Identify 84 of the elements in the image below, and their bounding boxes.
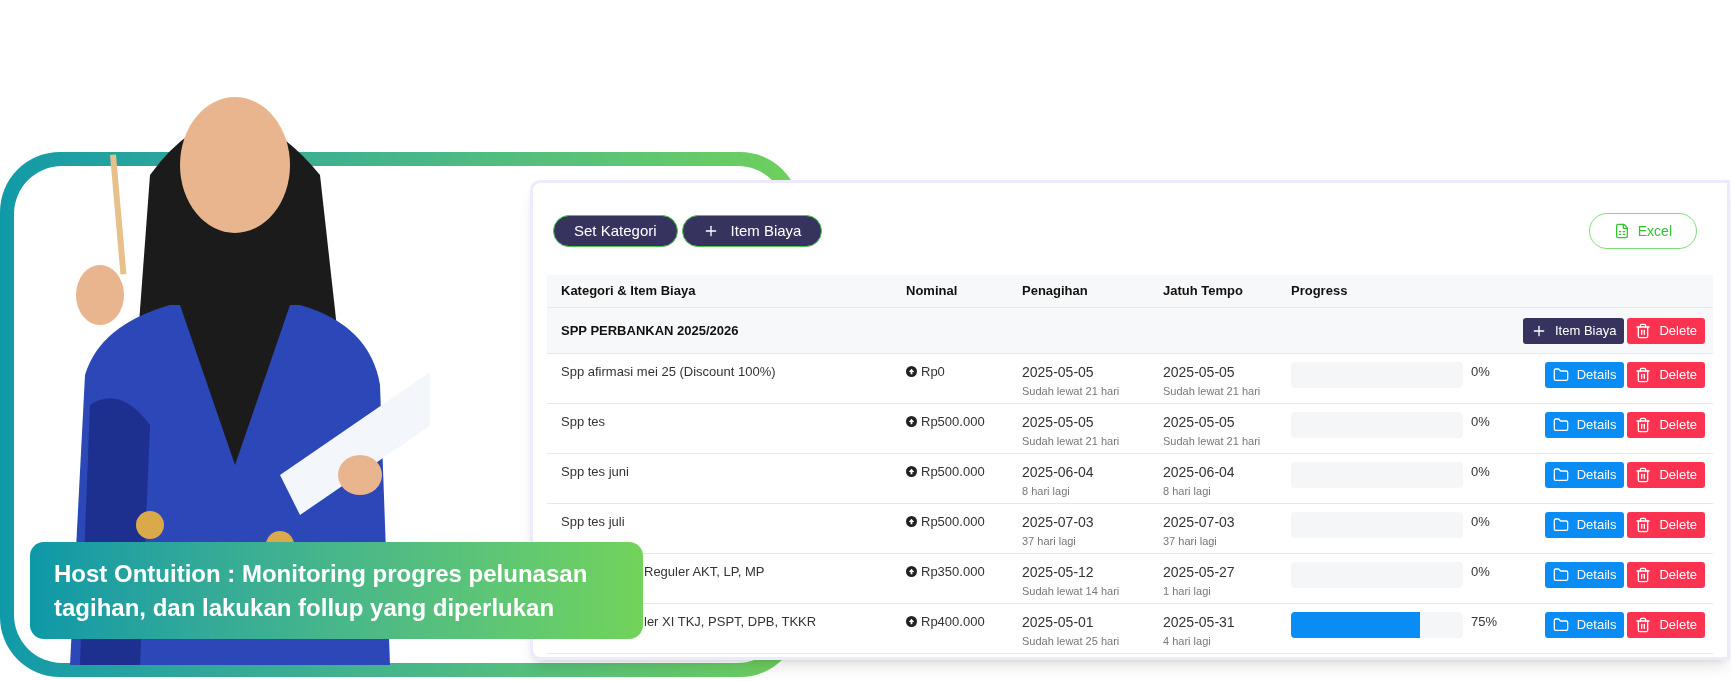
column-header: Nominal [906, 282, 959, 301]
delete-button[interactable]: Delete [1627, 562, 1705, 588]
arrow-circle-icon [906, 516, 917, 528]
trash-icon [1635, 367, 1652, 383]
details-button[interactable]: Details [1544, 412, 1625, 438]
progress-percent: 75% [1470, 613, 1499, 631]
item-name: Spp afirmasi mei 25 (Discount 100%) [560, 363, 777, 381]
arrow-circle-icon [906, 416, 917, 428]
nominal-amount: Rp500.000 [921, 413, 985, 431]
due-note: 8 hari lagi [1163, 484, 1212, 499]
progress-percent: 0% [1470, 413, 1491, 431]
due-note: 4 hari lagi [1163, 634, 1212, 649]
add-item-button[interactable]: Item Biaya [681, 215, 823, 247]
trash-icon [1635, 417, 1652, 433]
billing-date: 2025-05-12 [1022, 563, 1095, 582]
folder-icon [1552, 617, 1569, 633]
set-category-button[interactable]: Set Kategori [553, 215, 678, 247]
progress-percent: 0% [1470, 463, 1491, 481]
nominal-amount: Rp350.000 [921, 563, 985, 581]
trash-icon [1635, 467, 1652, 483]
delete-button[interactable]: Delete [1627, 512, 1705, 538]
details-button[interactable]: Details [1544, 562, 1625, 588]
billing-note: 37 hari lagi [1022, 534, 1077, 549]
billing-note: Sudah lewat 14 hari [1022, 584, 1121, 599]
delete-button[interactable]: Delete [1627, 462, 1705, 488]
spreadsheet-icon [1613, 223, 1630, 239]
due-date: 2025-05-05 [1163, 363, 1236, 382]
arrow-circle-icon [906, 566, 917, 578]
column-header: Jatuh Tempo [1163, 282, 1244, 301]
billing-note: Sudah lewat 25 hari [1022, 634, 1121, 649]
trash-icon [1635, 617, 1652, 633]
arrow-circle-icon [906, 366, 917, 378]
billing-date: 2025-05-05 [1022, 363, 1095, 382]
progress-percent: 0% [1470, 363, 1491, 381]
item-name: Spp tes juni [560, 463, 630, 481]
arrow-circle-icon [906, 616, 917, 628]
folder-icon [1552, 467, 1569, 483]
trash-icon [1635, 322, 1652, 339]
nominal-amount: Rp400.000 [921, 613, 985, 631]
delete-button[interactable]: Delete [1627, 412, 1705, 438]
folder-icon [1552, 417, 1569, 433]
item-name: ler XI TKJ, PSPT, DPB, TKKR [643, 613, 818, 631]
column-header: Penagihan [1022, 282, 1089, 301]
delete-button[interactable]: Delete [1627, 362, 1705, 388]
folder-icon [1552, 367, 1569, 383]
nominal-amount: Rp0 [921, 363, 945, 381]
nominal-amount: Rp500.000 [921, 513, 985, 531]
category-name: SPP PERBANKAN 2025/2026 [560, 321, 739, 340]
due-date: 2025-07-03 [1163, 513, 1236, 532]
due-date: 2025-05-05 [1163, 413, 1236, 432]
due-note: Sudah lewat 21 hari [1163, 384, 1262, 399]
billing-date: 2025-05-05 [1022, 413, 1095, 432]
due-date: 2025-06-04 [1163, 463, 1236, 482]
column-header: Kategori & Item Biaya [560, 282, 697, 301]
column-header: Progress [1291, 282, 1349, 301]
progress-percent: 0% [1470, 563, 1491, 581]
due-date: 2025-05-27 [1163, 563, 1236, 582]
progress-percent: 0% [1470, 513, 1491, 531]
details-button[interactable]: Details [1544, 612, 1625, 638]
nominal-amount: Rp500.000 [921, 463, 985, 481]
folder-icon [1552, 567, 1569, 583]
billing-date: 2025-07-03 [1022, 513, 1095, 532]
due-note: 1 hari lagi [1163, 584, 1212, 599]
details-button[interactable]: Details [1544, 512, 1625, 538]
trash-icon [1635, 567, 1652, 583]
billing-date: 2025-06-04 [1022, 463, 1095, 482]
billing-note: Sudah lewat 21 hari [1022, 434, 1121, 449]
details-button[interactable]: Details [1544, 462, 1625, 488]
due-note: 37 hari lagi [1163, 534, 1218, 549]
delete-button[interactable]: Delete [1627, 317, 1705, 344]
due-date: 2025-05-31 [1163, 613, 1236, 632]
delete-button[interactable]: Delete [1627, 612, 1705, 638]
details-button[interactable]: Details [1544, 362, 1625, 388]
billing-date: 2025-05-01 [1022, 613, 1095, 632]
trash-icon [1635, 517, 1652, 533]
arrow-circle-icon [906, 466, 917, 478]
billing-note: Sudah lewat 21 hari [1022, 384, 1121, 399]
folder-icon [1552, 517, 1569, 533]
due-note: Sudah lewat 21 hari [1163, 434, 1262, 449]
item-name: Spp tes juli [560, 513, 626, 531]
add-button[interactable]: Item Biaya [1523, 317, 1625, 344]
billing-note: 8 hari lagi [1022, 484, 1071, 499]
item-name: Spp tes [560, 413, 607, 431]
caption-text: Host Ontuition : Monitoring progres pelunasan tagihan, dan lakukan follup yang diperlukan [54, 558, 589, 623]
